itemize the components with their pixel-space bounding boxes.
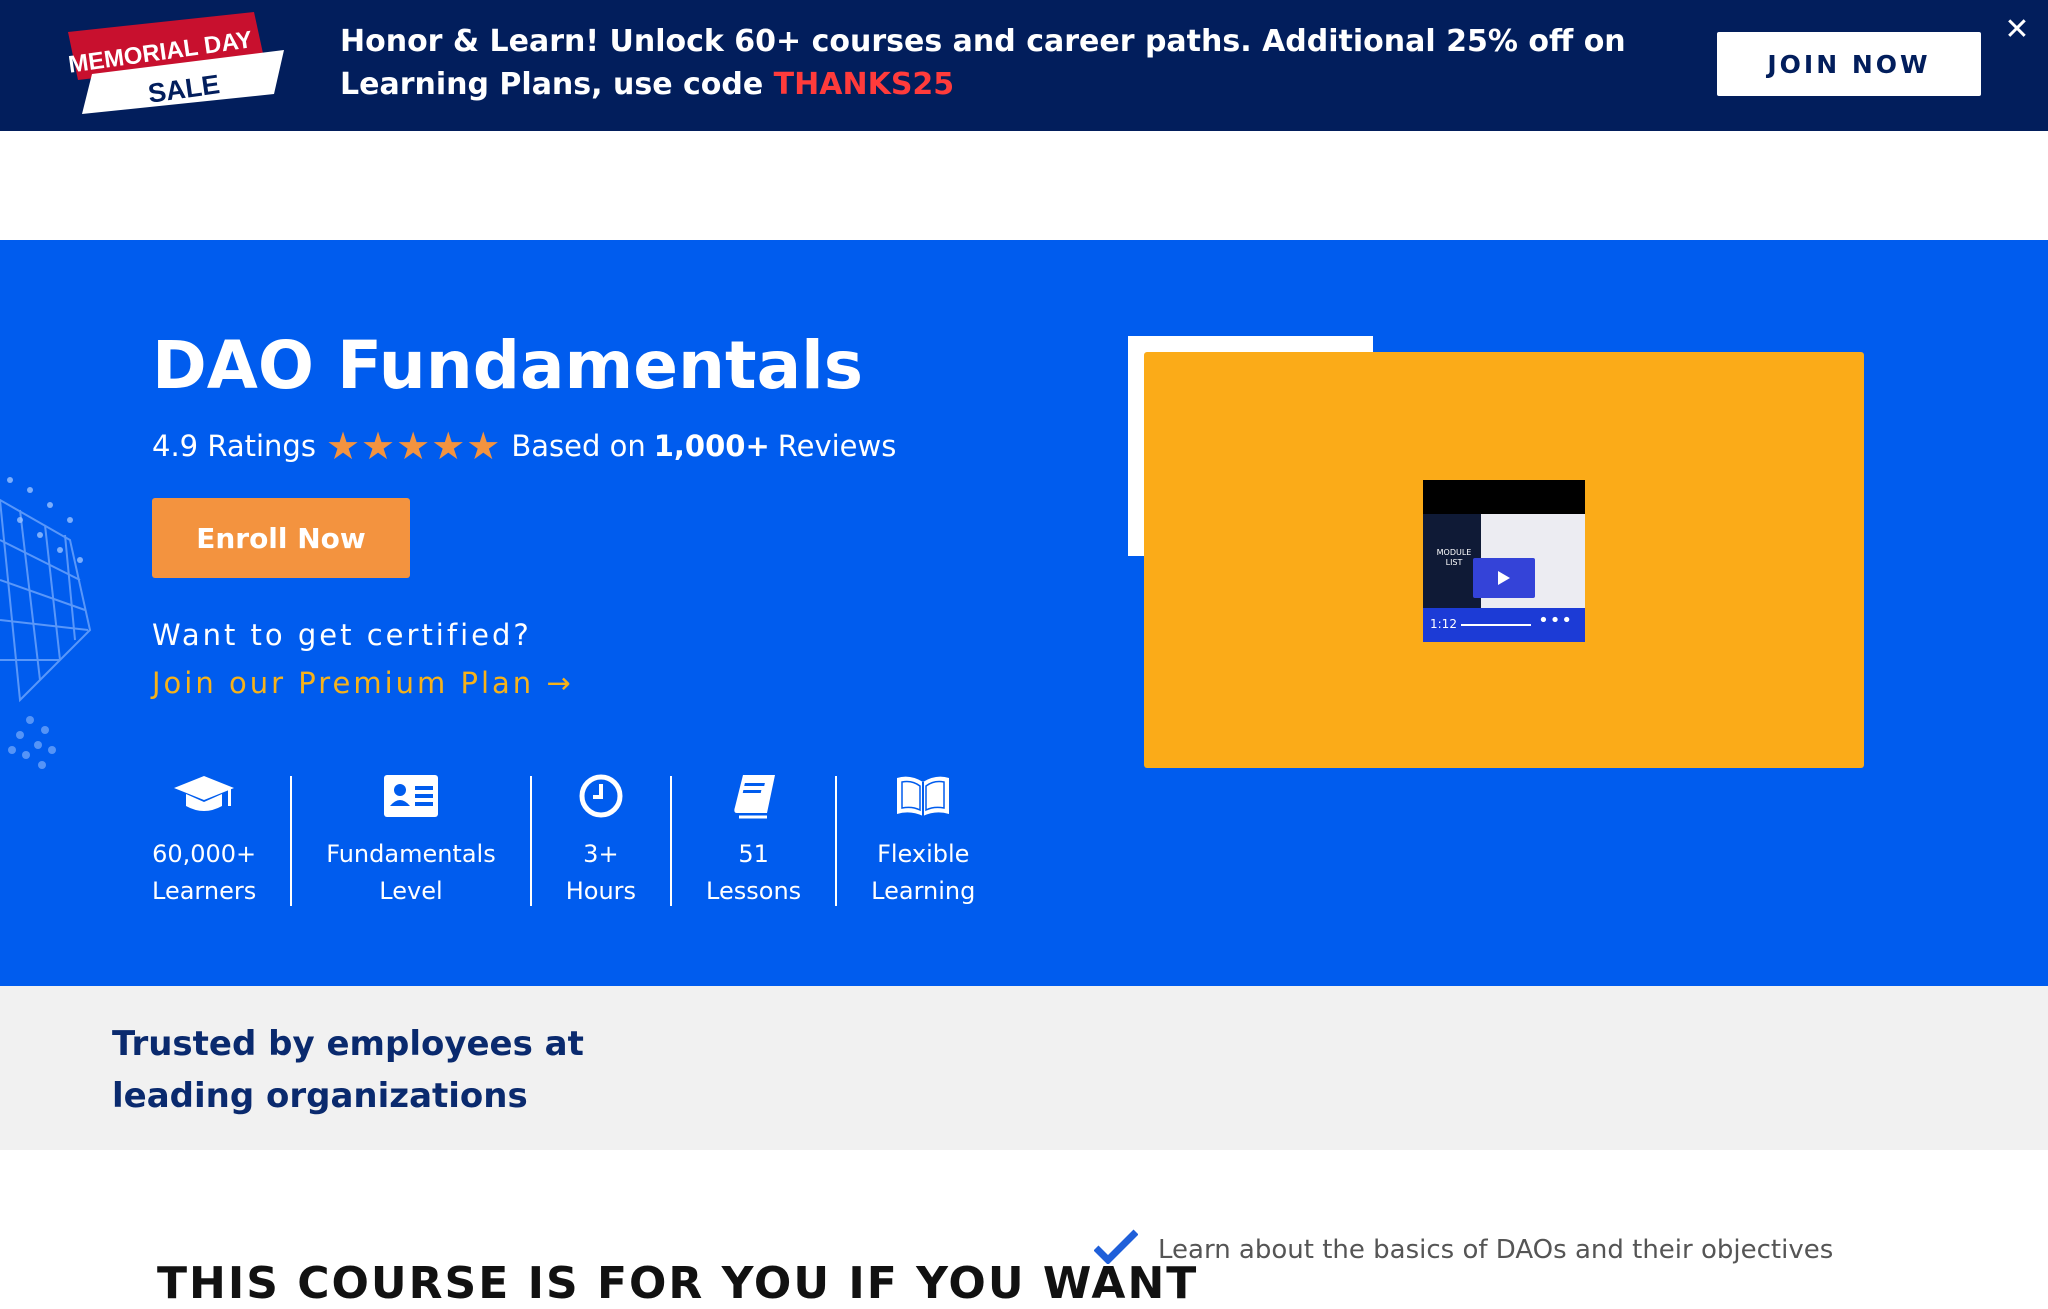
rating-stars: ★ ★ ★ ★ ★ [326, 426, 501, 466]
audience-heading: THIS COURSE IS FOR YOU IF YOU WANT [157, 1258, 1199, 1309]
stat-line2: Lessons [706, 877, 802, 905]
stat-line1: 60,000+ [152, 840, 257, 868]
reviews-count: 1,000+ [653, 429, 770, 463]
promo-banner: MEMORIAL DAY SALE Honor & Learn! Unlock … [0, 0, 2048, 131]
graduation-cap-icon [172, 770, 236, 822]
video-thumbnail[interactable]: MODULE LIST 1:12 ••• [1423, 480, 1585, 642]
promo-code: THANKS25 [773, 67, 955, 102]
video-screen: MODULE LIST [1423, 514, 1585, 608]
promo-text: Honor & Learn! Unlock 60+ courses and ca… [340, 24, 1626, 102]
video-progress-track[interactable] [1461, 624, 1531, 626]
trusted-title: Trusted by employees at leading organiza… [112, 1024, 584, 1116]
stat-line1: Flexible [877, 840, 970, 868]
clock-icon [569, 770, 633, 822]
stat-line2: Learning [871, 877, 976, 905]
objective-item: Learn about the basics of DAOs and their… [1093, 1228, 1834, 1271]
checkmark-icon [1093, 1228, 1139, 1271]
stat-lessons: 51 Lessons [672, 770, 835, 910]
stat-line2: Level [379, 877, 443, 905]
stat-line1: Fundamentals [326, 840, 496, 868]
module-list-label: MODULE LIST [1436, 548, 1472, 567]
premium-plan-link[interactable]: Join our Premium Plan → [152, 666, 574, 700]
video-controls: 1:12 ••• [1423, 608, 1585, 642]
video-time: 1:12 [1430, 617, 1457, 631]
star-icon: ★ [431, 424, 466, 468]
certification-question: Want to get certified? [152, 618, 532, 652]
close-icon[interactable]: ✕ [2003, 12, 2031, 48]
stat-line2: Learners [152, 877, 257, 905]
course-hero: DAO Fundamentals 4.9 Ratings ★ ★ ★ ★ ★ B… [0, 240, 2048, 986]
stat-line1: 3+ [583, 840, 619, 868]
course-title: DAO Fundamentals [152, 327, 864, 404]
promo-message: Honor & Learn! Unlock 60+ courses and ca… [340, 20, 1640, 106]
star-icon: ★ [396, 424, 431, 468]
stat-line1: 51 [738, 840, 769, 868]
course-preview-video[interactable]: MODULE LIST 1:12 ••• [1144, 352, 1864, 768]
book-icon [722, 770, 786, 822]
memorial-day-sale-badge: MEMORIAL DAY SALE [67, 12, 284, 114]
reviews-prefix: Based on [511, 429, 646, 463]
star-icon: ★ [325, 424, 361, 468]
open-book-icon [891, 770, 955, 822]
join-now-button[interactable]: JOIN NOW [1717, 32, 1981, 96]
stat-level: Fundamentals Level [292, 770, 530, 910]
objective-text: Learn about the basics of DAOs and their… [1158, 1234, 1834, 1265]
more-options-icon[interactable]: ••• [1538, 610, 1573, 632]
star-icon: ★ [361, 424, 396, 468]
stat-line2: Hours [565, 877, 637, 905]
rating-value: 4.9 Ratings [152, 429, 316, 463]
decorative-grid-pattern [0, 477, 92, 769]
rating-summary: 4.9 Ratings ★ ★ ★ ★ ★ Based on 1,000+ Re… [152, 426, 896, 466]
course-stats: 60,000+ Learners Fundamentals Level 3+ H… [140, 770, 1009, 910]
star-icon: ★ [466, 424, 501, 468]
enroll-now-button[interactable]: Enroll Now [152, 498, 410, 578]
reviews-suffix: Reviews [777, 429, 897, 463]
id-card-icon [379, 770, 443, 822]
stat-learners: 60,000+ Learners [140, 770, 290, 910]
trusted-section: Trusted by employees at leading organiza… [0, 986, 2048, 1150]
stat-learning: Flexible Learning [837, 770, 1009, 910]
play-icon[interactable] [1473, 558, 1535, 598]
stat-hours: 3+ Hours [532, 770, 670, 910]
